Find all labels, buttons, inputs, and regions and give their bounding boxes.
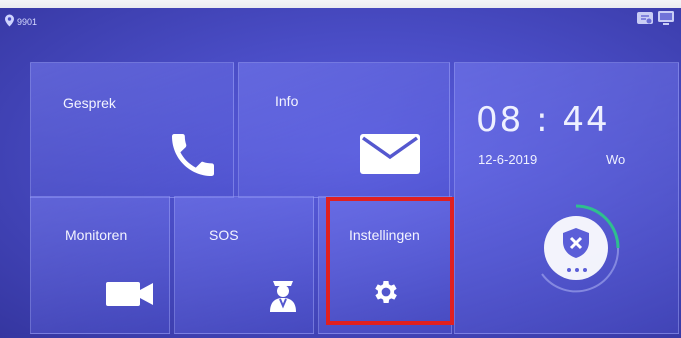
security-guard-icon (267, 275, 299, 318)
room-indicator: 9901 (4, 14, 37, 29)
dots-icon (566, 260, 588, 278)
monitor-tile[interactable]: Monitoren (30, 196, 170, 334)
security-button[interactable] (526, 198, 626, 298)
clock-date: 12-6-2019 (478, 152, 538, 167)
phone-icon (165, 127, 221, 188)
info-tile[interactable]: Info (238, 62, 450, 198)
info-label: Info (275, 93, 299, 109)
video-camera-icon (106, 281, 154, 312)
envelope-icon (359, 133, 421, 180)
call-label: Gesprek (63, 95, 116, 111)
monitor-label: Monitoren (65, 227, 128, 243)
highlight-box (326, 197, 454, 325)
sos-tile[interactable]: SOS (174, 196, 314, 334)
clock-time: 08 : 44 (476, 100, 610, 140)
monitor-icon (657, 10, 675, 31)
clock-day: Wo (606, 152, 626, 167)
room-number: 9901 (17, 16, 38, 27)
location-pin-icon (4, 14, 15, 29)
network-icon (636, 10, 654, 31)
call-tile[interactable]: Gesprek (30, 62, 234, 198)
sos-label: SOS (209, 227, 239, 243)
status-bar: 9901 (0, 8, 681, 36)
